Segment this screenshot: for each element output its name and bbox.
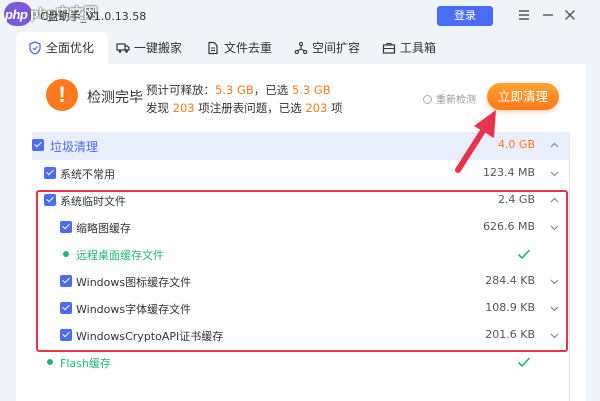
- selected-issue-count: 203: [305, 101, 328, 115]
- list-item: Flash缓存: [32, 349, 569, 376]
- tab-one-click-move[interactable]: 一键搬家: [112, 32, 200, 64]
- refresh-icon: [423, 95, 432, 104]
- tab-label: 一键搬家: [134, 41, 183, 55]
- menu-icon[interactable]: [514, 5, 534, 25]
- highlight-box: [36, 190, 568, 352]
- registry-issues-line: 发现 203 项注册表问题，已选 203 项: [146, 101, 343, 115]
- checkbox[interactable]: [44, 167, 56, 179]
- toolbox-icon: [382, 42, 396, 54]
- chevron-down-icon[interactable]: [550, 169, 559, 178]
- tab-label: 工具箱: [400, 41, 437, 55]
- file-icon: [208, 41, 218, 55]
- shield-icon: [29, 41, 41, 55]
- close-icon[interactable]: [560, 5, 580, 25]
- tab-label: 文件去重: [224, 41, 273, 55]
- tab-bar: 全面优化 一键搬家 文件去重 空间扩容 工具箱: [0, 30, 600, 64]
- tab-space-expand[interactable]: 空间扩容: [290, 32, 372, 64]
- tab-label: 全面优化: [46, 41, 95, 55]
- tab-file-dedup[interactable]: 文件去重: [202, 32, 282, 64]
- warning-icon: !: [46, 79, 78, 111]
- tab-toolbox[interactable]: 工具箱: [378, 32, 450, 64]
- tab-label: 空间扩容: [312, 41, 361, 55]
- checkbox[interactable]: [32, 139, 44, 151]
- tab-full-optimize[interactable]: 全面优化: [16, 32, 108, 64]
- status-dot: [47, 359, 53, 365]
- selected-size: 5.3 GB: [291, 83, 331, 97]
- truck-icon: [116, 43, 130, 53]
- issue-count: 203: [172, 101, 195, 115]
- login-button[interactable]: 登录: [437, 6, 493, 26]
- checkmark-icon: [517, 357, 531, 368]
- scan-status: 检测完毕: [87, 90, 143, 106]
- pointer-arrow-icon: [455, 110, 496, 173]
- expand-icon: [294, 41, 308, 55]
- releasable-size: 5.3 GB: [215, 83, 254, 97]
- releasable-size-line: 预计可释放：5.3 GB，已选 5.3 GB: [146, 83, 331, 97]
- scrollbar[interactable]: [569, 132, 570, 401]
- minimize-icon[interactable]: [538, 5, 558, 25]
- chevron-up-icon[interactable]: [550, 141, 559, 150]
- window-title: C盘助手_V1.0.13.58: [40, 10, 147, 23]
- title-bar: php php中文网 C盘助手_V1.0.13.58 登录: [0, 0, 600, 30]
